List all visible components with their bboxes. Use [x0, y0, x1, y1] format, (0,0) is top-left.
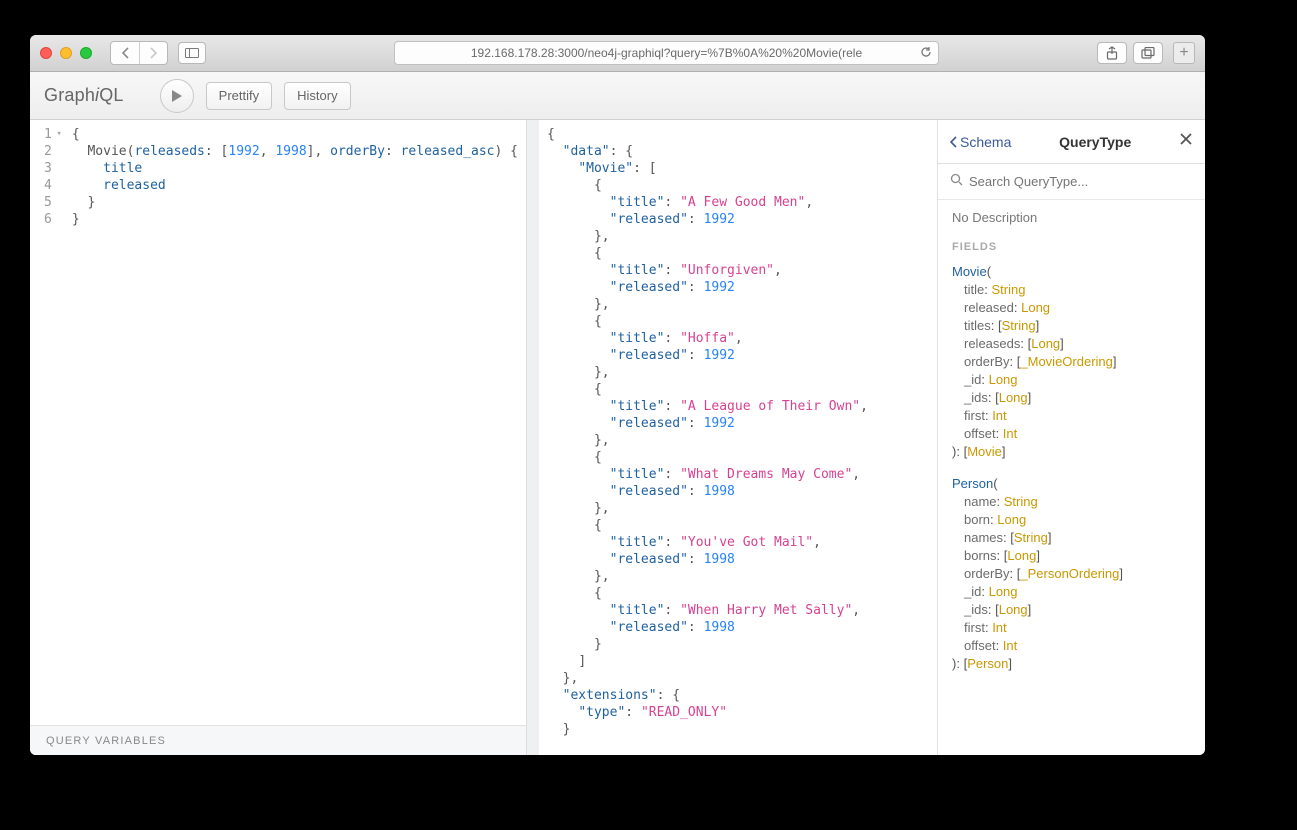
result-pane: { "data": { "Movie": [ { "title": "A Few…	[527, 120, 937, 755]
execute-button[interactable]	[160, 79, 194, 113]
history-button[interactable]: History	[284, 82, 350, 110]
docs-title: QueryType	[1017, 134, 1173, 150]
docs-header: Schema QueryType	[938, 120, 1205, 164]
graphiql-toolbar: GraphiQL Prettify History	[30, 72, 1205, 120]
docs-close-button[interactable]	[1179, 132, 1193, 151]
toolbar-right: +	[1097, 42, 1195, 64]
url-text: 192.168.178.28:3000/neo4j-graphiql?query…	[471, 46, 862, 60]
forward-button[interactable]	[139, 42, 167, 64]
back-button[interactable]	[111, 42, 139, 64]
graphiql-logo: GraphiQL	[44, 85, 124, 106]
docs-search[interactable]	[938, 164, 1205, 200]
docs-no-description: No Description	[952, 210, 1191, 225]
docs-pane: Schema QueryType No Description FIELDS M…	[937, 120, 1205, 755]
tabs-button[interactable]	[1133, 42, 1163, 64]
close-window-button[interactable]	[40, 47, 52, 59]
line-gutter: 1 2 3 4 5 6	[30, 120, 58, 725]
search-icon	[950, 173, 963, 191]
query-code[interactable]: { Movie(releaseds: [1992, 1998], orderBy…	[58, 120, 526, 725]
nav-back-forward	[110, 41, 168, 65]
traffic-lights	[40, 47, 92, 59]
query-editor[interactable]: 1 2 3 4 5 6 { Movie(releaseds: [1992, 19…	[30, 120, 526, 725]
query-editor-pane: 1 2 3 4 5 6 { Movie(releaseds: [1992, 19…	[30, 120, 527, 755]
query-variables-bar[interactable]: QUERY VARIABLES	[30, 725, 526, 755]
browser-window: 192.168.178.28:3000/neo4j-graphiql?query…	[30, 35, 1205, 755]
result-gutter	[527, 120, 539, 755]
docs-field-movie[interactable]: Movie(title: Stringreleased: Longtitles:…	[952, 263, 1191, 461]
docs-body: No Description FIELDS Movie(title: Strin…	[938, 200, 1205, 755]
url-bar[interactable]: 192.168.178.28:3000/neo4j-graphiql?query…	[394, 41, 939, 65]
sidebar-toggle-button[interactable]	[178, 42, 206, 64]
docs-fields-label: FIELDS	[952, 241, 1191, 253]
reload-icon[interactable]	[920, 46, 932, 61]
docs-search-input[interactable]	[969, 174, 1193, 189]
new-tab-button[interactable]: +	[1173, 42, 1195, 64]
result-json[interactable]: { "data": { "Movie": [ { "title": "A Few…	[539, 120, 937, 755]
browser-titlebar: 192.168.178.28:3000/neo4j-graphiql?query…	[30, 35, 1205, 72]
docs-back-button[interactable]: Schema	[950, 134, 1011, 150]
minimize-window-button[interactable]	[60, 47, 72, 59]
maximize-window-button[interactable]	[80, 47, 92, 59]
prettify-button[interactable]: Prettify	[206, 82, 272, 110]
workspace: 1 2 3 4 5 6 { Movie(releaseds: [1992, 19…	[30, 120, 1205, 755]
share-button[interactable]	[1097, 42, 1127, 64]
docs-field-person[interactable]: Person(name: Stringborn: Longnames: [Str…	[952, 475, 1191, 673]
